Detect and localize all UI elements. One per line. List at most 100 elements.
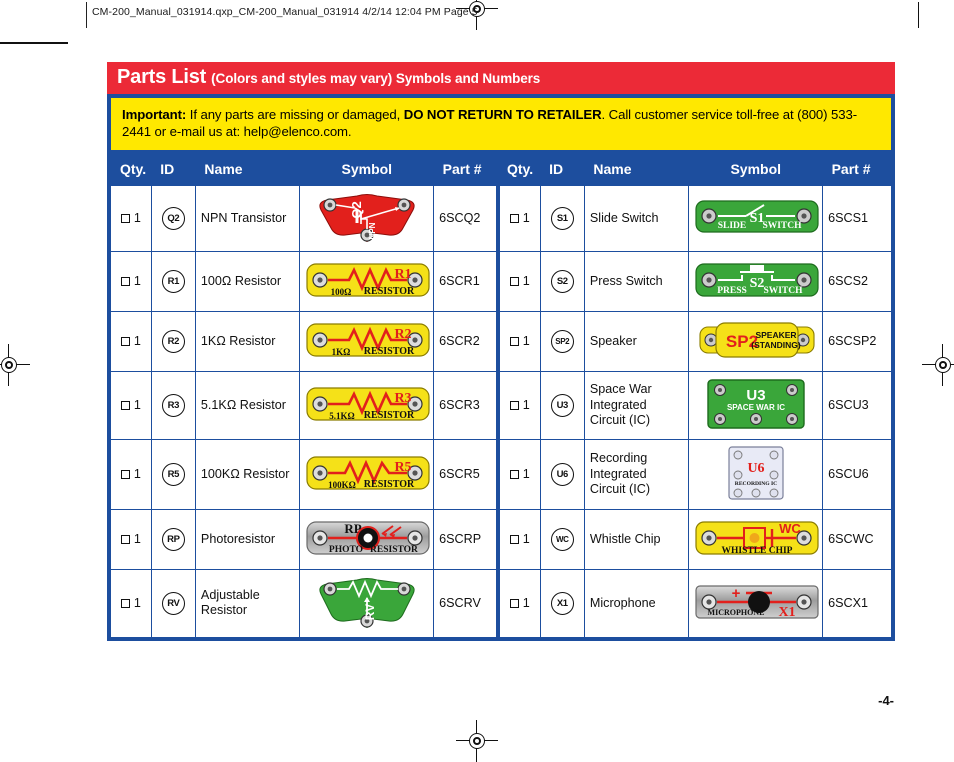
th-part-right: Part # [822,151,893,186]
id-badge: R5 [161,462,185,486]
qty-value: 1 [133,274,141,289]
svg-text:SWITCH: SWITCH [763,221,803,231]
press-switch-symbol: S2 PRESS SWITCH [694,259,820,301]
resistor-ref: R5 [395,460,412,475]
svg-text:SWITCH: SWITCH [764,286,804,296]
symbol-cell: S1 SLIDE SWITCH [688,184,824,252]
part-cell: 6SCSP2 [822,310,894,372]
symbol-cell: WC WHISTLE CHIP [688,508,824,570]
id-badge: RP [161,527,185,551]
qty-cell: 1 [108,568,152,640]
qty-cell: 1 [495,438,541,510]
parts-list-title-bar: Parts List (Colors and styles may vary) … [107,62,895,94]
npn-transistor-symbol: Q2 NPN [311,190,423,244]
registration-mark-right [922,344,954,386]
svg-text:X1: X1 [779,605,796,620]
id-badge: RV [161,591,185,615]
svg-text:U3: U3 [746,387,765,404]
registration-mark-left [0,344,30,386]
trim-mark-right-top [918,2,919,28]
table-row: 1 Q2 NPN Transistor Q2 NPN 6SCQ2 1 S1 Sl… [108,184,894,252]
checkbox-icon[interactable] [509,337,519,347]
resistor-symbol: R3 5.1KΩ RESISTOR [305,383,431,425]
id-badge: S1 [550,206,574,230]
checkbox-icon[interactable] [509,401,519,411]
th-part-left: Part # [433,151,498,186]
checkbox-icon[interactable] [509,470,519,480]
svg-text:SLIDE: SLIDE [718,221,747,231]
qty-value: 1 [133,532,141,547]
important-notice-text: Important: If any parts are missing or d… [122,106,880,141]
parts-table: Qty. ID Name Symbol Part # Qty. ID Name … [107,149,895,641]
checkbox-icon[interactable] [509,599,519,609]
svg-text:WHISTLE CHIP: WHISTLE CHIP [722,546,793,556]
symbol-cell: U3 SPACE WAR IC [688,370,824,440]
id-cell: R5 [150,438,196,510]
svg-text:RESISTOR: RESISTOR [364,286,415,297]
symbol-cell: + MICROPHONE X1 [688,568,824,640]
part-cell: 6SCS1 [822,184,894,252]
svg-text:RESISTOR: RESISTOR [364,346,415,357]
checkbox-icon[interactable] [509,214,519,224]
symbol-cell: R5 100KΩ RESISTOR [299,438,435,510]
resistor-value: 5.1KΩ [330,411,355,421]
id-cell: Q2 [150,184,196,252]
checkbox-icon[interactable] [120,599,130,609]
checkbox-icon[interactable] [120,535,130,545]
checkbox-icon[interactable] [120,277,130,287]
id-badge: U3 [550,393,574,417]
adjustable-resistor-symbol: RV [311,574,423,630]
symbol-cell: RV [299,568,435,640]
id-badge: R1 [161,269,185,293]
id-cell: X1 [539,568,585,640]
part-cell: 6SCR3 [433,370,499,440]
svg-text:PRESS: PRESS [718,286,748,296]
qty-value: 1 [133,211,141,226]
page-number: -4- [878,693,894,708]
photoresistor-symbol: RP PHOTO RESISTOR [305,517,431,559]
svg-text:NPN: NPN [368,222,377,239]
part-cell: 6SCRP [433,508,499,570]
id-badge: WC [550,527,574,551]
id-cell: U3 [539,370,585,440]
th-qty-left: Qty. [109,151,152,186]
important-emphasis: DO NOT RETURN TO RETAILER [403,107,602,122]
table-row: 1 R1 100Ω Resistor R1 100Ω RESISTOR 6SCR… [108,250,894,312]
svg-text:RESISTOR: RESISTOR [371,545,419,555]
page-title: Parts List [117,66,207,88]
resistor-value: 100KΩ [329,480,357,490]
resistor-ref: R2 [395,327,412,342]
qty-value: 1 [133,467,141,482]
name-cell: Press Switch [583,250,690,312]
svg-text:RP: RP [345,521,362,536]
qty-value: 1 [522,334,530,349]
table-row: 1 R2 1KΩ Resistor R2 1KΩ RESISTOR 6SCR2 … [108,310,894,372]
id-cell: RV [150,568,196,640]
id-badge: X1 [550,591,574,615]
part-cell: 6SCQ2 [433,184,499,252]
resistor-ref: R1 [395,267,412,282]
part-cell: 6SCRV [433,568,499,640]
checkbox-icon[interactable] [120,470,130,480]
important-text-part1: If any parts are missing or damaged, [186,107,404,122]
svg-text:U6: U6 [747,461,764,476]
checkbox-icon[interactable] [120,401,130,411]
id-cell: R2 [150,310,196,372]
parts-list-sheet: Parts List (Colors and styles may vary) … [107,62,895,641]
symbol-cell: S2 PRESS SWITCH [688,250,824,312]
important-notice: Important: If any parts are missing or d… [107,94,895,150]
resistor-symbol: R1 100Ω RESISTOR [305,259,431,301]
name-cell: Speaker [583,310,690,372]
checkbox-icon[interactable] [120,214,130,224]
symbol-cell: Q2 NPN [299,184,435,252]
checkbox-icon[interactable] [120,337,130,347]
symbol-cell: R2 1KΩ RESISTOR [299,310,435,372]
checkbox-icon[interactable] [509,535,519,545]
qty-cell: 1 [108,370,152,440]
trim-mark-top-left [0,42,68,44]
checkbox-icon[interactable] [509,277,519,287]
th-id-right: ID [540,151,585,186]
svg-text:RV: RV [363,604,377,620]
qty-value: 1 [133,596,141,611]
qty-value: 1 [522,532,530,547]
